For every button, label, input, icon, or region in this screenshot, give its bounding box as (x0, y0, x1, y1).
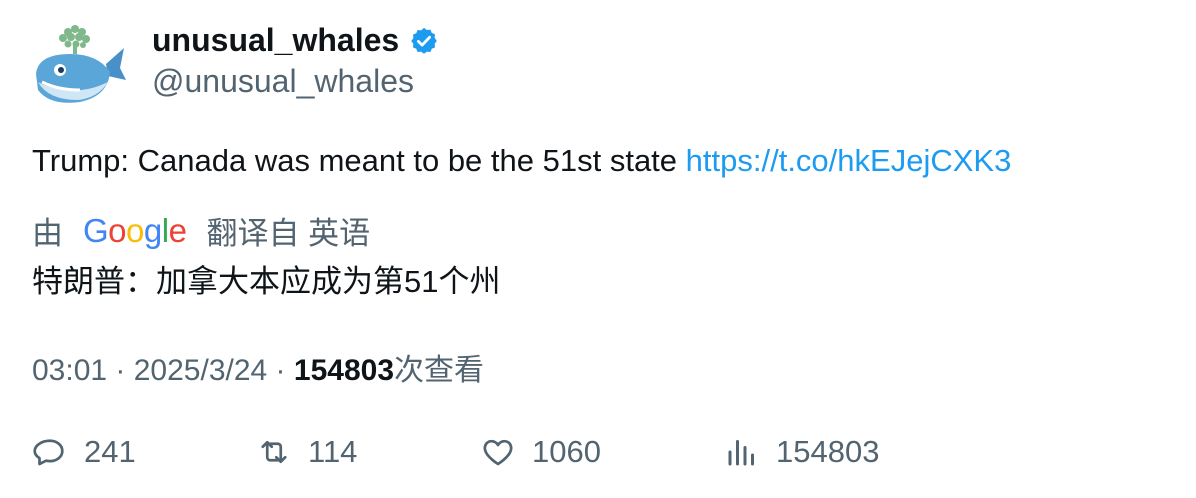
tweet-body: Trump: Canada was meant to be the 51st s… (32, 143, 686, 178)
google-logo: Google (83, 211, 187, 249)
like-count: 1060 (532, 434, 601, 469)
reply-icon (33, 439, 64, 466)
author-display-name[interactable]: unusual_whales (152, 22, 439, 59)
meta-separator: · (267, 354, 294, 387)
views-action-count: 154803 (776, 434, 880, 469)
heart-icon (483, 439, 513, 466)
translation-attribution[interactable]: 由 Google 翻译自 英语 (32, 208, 370, 253)
tweet-time[interactable]: 03:01 (32, 354, 107, 387)
views-count: 154803 (293, 354, 394, 387)
action-bar: 241 114 1060 154803 (32, 430, 932, 474)
translated-text: 特朗普：加拿大本应成为第51个州 (32, 264, 501, 299)
tweet-link[interactable]: https://t.co/hkEJejCXK3 (686, 143, 1012, 178)
whale-avatar-icon[interactable] (28, 24, 128, 114)
like-button[interactable]: 1060 (480, 430, 601, 474)
reply-count: 241 (84, 434, 136, 469)
author-handle[interactable]: @unusual_whales (152, 63, 414, 100)
retweet-button[interactable]: 114 (256, 430, 357, 474)
translation-prefix: 由 (32, 216, 63, 251)
verified-badge-icon (409, 26, 439, 56)
translation-suffix: 翻译自 英语 (206, 216, 371, 251)
retweet-icon (261, 440, 287, 464)
analytics-icon (728, 440, 754, 466)
views-button[interactable]: 154803 (724, 430, 879, 474)
display-name-text[interactable]: unusual_whales (152, 22, 399, 59)
meta-separator: · (107, 354, 134, 387)
tweet-meta: 03:01 · 2025/3/24 · 154803次查看 (32, 345, 484, 389)
retweet-count: 114 (308, 434, 358, 469)
reply-button[interactable]: 241 (32, 430, 136, 474)
tweet-date[interactable]: 2025/3/24 (134, 354, 267, 387)
views-label: 次查看 (394, 354, 484, 387)
tweet-text: Trump: Canada was meant to be the 51st s… (32, 143, 1011, 179)
